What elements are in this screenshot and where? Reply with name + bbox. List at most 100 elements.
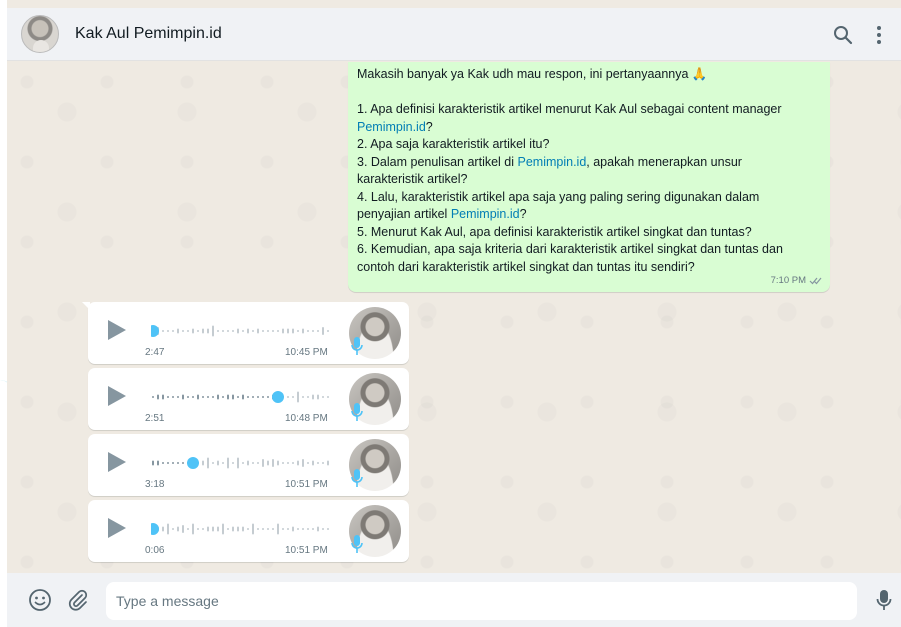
waveform[interactable] [151, 389, 331, 405]
waveform-bar [162, 330, 164, 332]
waveform-bar [317, 394, 319, 400]
waveform-bar [192, 396, 194, 398]
message-line: contoh dari karakteristik artikel singka… [357, 259, 695, 274]
waveform-bar [157, 394, 159, 400]
play-icon[interactable] [108, 452, 126, 472]
waveform-bar [172, 462, 174, 464]
message-line: Makasih banyak ya Kak udh mau respon, in… [357, 67, 708, 81]
waveform-bar [237, 457, 239, 469]
waveform-bar [152, 396, 154, 398]
waveform-bar [172, 528, 174, 530]
waveform-bar [302, 328, 304, 334]
voice-message[interactable]: 2:51 10:48 PM [88, 368, 409, 430]
waveform-bar [242, 394, 244, 400]
waveform-bar [277, 460, 279, 466]
voice-message[interactable]: 3:18 10:51 PM [88, 434, 409, 496]
playback-knob[interactable] [151, 325, 159, 337]
waveform-bar [237, 396, 239, 398]
message-text: Makasih banyak ya Kak udh mau respon, in… [357, 66, 820, 276]
message-list[interactable]: Makasih banyak ya Kak udh mau respon, in… [7, 62, 901, 573]
waveform-bar [192, 523, 194, 535]
play-icon[interactable] [108, 320, 126, 340]
waveform-bar [302, 528, 304, 530]
double-check-icon [809, 277, 822, 285]
waveform-bar [237, 526, 239, 532]
waveform-bar [297, 528, 299, 530]
voice-duration: 3:18 [145, 479, 165, 490]
waveform-bar [247, 328, 249, 334]
message-line: 2. Apa saja karakteristik artikel itu? [357, 137, 550, 151]
waveform-bar [167, 462, 169, 464]
waveform-bar [257, 396, 259, 398]
waveform-bar [267, 528, 269, 530]
contact-avatar[interactable] [21, 15, 59, 53]
waveform-bar [212, 325, 214, 337]
playback-knob[interactable] [151, 523, 159, 535]
waveform-bar [267, 396, 269, 398]
waveform-bar [282, 328, 284, 334]
waveform-bar [207, 328, 209, 334]
waveform-bar [197, 528, 199, 530]
microphone-icon [351, 469, 363, 487]
contact-name[interactable]: Kak Aul Pemimpin.id [75, 25, 222, 43]
waveform[interactable] [151, 455, 331, 471]
waveform-bar [222, 523, 224, 535]
waveform-bar [292, 526, 294, 532]
bubble-tail [82, 302, 90, 310]
waveform-bar [262, 528, 264, 530]
waveform-bar [182, 462, 184, 464]
waveform-bar [207, 396, 209, 398]
waveform-bar [327, 330, 329, 332]
message-input[interactable] [106, 582, 857, 620]
waveform-bar [257, 528, 259, 530]
waveform-bar [317, 462, 319, 464]
waveform-bar [197, 394, 199, 400]
waveform-bar [177, 462, 179, 464]
waveform[interactable] [151, 323, 331, 339]
waveform-bar [322, 327, 324, 335]
waveform-bar [272, 528, 274, 530]
playback-knob[interactable] [272, 391, 284, 403]
waveform-bar [207, 457, 209, 469]
waveform-bar [162, 526, 164, 532]
waveform-bar [287, 396, 289, 398]
message-line: 6. Kemudian, apa saja kriteria dari kara… [357, 242, 783, 256]
play-icon[interactable] [108, 518, 126, 538]
waveform-bar [292, 396, 294, 398]
paperclip-icon[interactable] [63, 585, 93, 615]
waveform[interactable] [151, 521, 331, 537]
waveform-bar [302, 396, 304, 398]
outgoing-message[interactable]: Makasih banyak ya Kak udh mau respon, in… [348, 62, 830, 292]
message-line: 4. Lalu, karakteristik artikel apa saja … [357, 189, 760, 204]
waveform-bar [202, 460, 204, 466]
waveform-bar [172, 330, 174, 332]
waveform-bar [202, 396, 204, 398]
message-link[interactable]: Pemimpin.id [451, 207, 520, 221]
waveform-bar [217, 394, 219, 400]
message-link[interactable]: Pemimpin.id [357, 120, 426, 134]
voice-duration: 2:51 [145, 413, 165, 424]
message-text-segment: penyajian artikel [357, 207, 451, 221]
voice-time: 10:45 PM [285, 347, 328, 358]
microphone-icon[interactable] [869, 585, 899, 615]
emoji-icon[interactable] [25, 585, 55, 615]
waveform-bar [252, 462, 254, 464]
play-icon[interactable] [108, 386, 126, 406]
waveform-bar [227, 330, 229, 332]
search-icon[interactable] [825, 17, 861, 53]
waveform-bar [247, 396, 249, 398]
waveform-bar [297, 460, 299, 466]
waveform-bar [237, 328, 239, 334]
waveform-bar [312, 330, 314, 332]
waveform-bar [297, 391, 299, 403]
playback-knob[interactable] [187, 457, 199, 469]
waveform-bar [267, 330, 269, 332]
message-link[interactable]: Pemimpin.id [518, 155, 587, 169]
more-vertical-icon[interactable] [861, 17, 897, 53]
waveform-bar [232, 394, 234, 400]
voice-message[interactable]: 0:06 10:51 PM [88, 500, 409, 562]
voice-message[interactable]: 2:47 10:45 PM [82, 302, 409, 364]
waveform-bar [212, 526, 214, 532]
waveform-bar [212, 396, 214, 398]
